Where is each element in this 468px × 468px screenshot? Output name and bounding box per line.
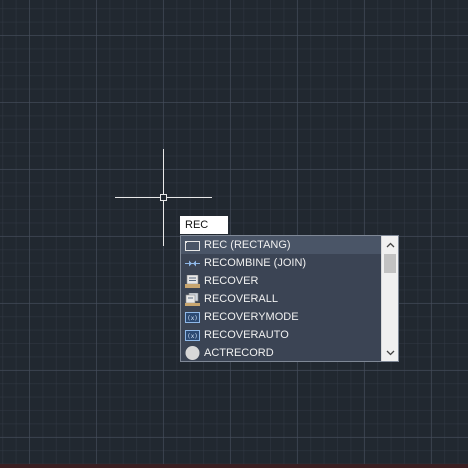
autocomplete-item-label: RECOVERALL bbox=[204, 293, 278, 305]
canvas-bottom-edge bbox=[0, 464, 468, 468]
scroll-up-button[interactable] bbox=[382, 236, 398, 253]
autocomplete-item-recoverymode[interactable]: (x) RECOVERYMODE bbox=[181, 308, 382, 326]
scroll-thumb[interactable] bbox=[384, 254, 396, 273]
svg-text:(x): (x) bbox=[187, 315, 198, 322]
recover-icon bbox=[185, 274, 200, 288]
autocomplete-item-label: RECOVER bbox=[204, 275, 259, 287]
drawing-canvas[interactable] bbox=[0, 0, 468, 468]
record-circle-icon bbox=[185, 346, 200, 360]
join-icon bbox=[185, 257, 200, 269]
system-variable-icon: (x) bbox=[185, 311, 200, 323]
autocomplete-scrollbar[interactable] bbox=[381, 236, 398, 361]
autocomplete-item-label: RECOMBINE (JOIN) bbox=[204, 257, 307, 269]
scroll-down-button[interactable] bbox=[382, 344, 398, 361]
rectangle-icon bbox=[185, 239, 200, 251]
autocomplete-item-actrecord[interactable]: ACTRECORD bbox=[181, 344, 382, 361]
crosshair-pickbox bbox=[160, 194, 167, 201]
system-variable-icon: (x) bbox=[185, 329, 200, 341]
autocomplete-item-recombine[interactable]: RECOMBINE (JOIN) bbox=[181, 254, 382, 272]
autocomplete-item-label: RECOVERAUTO bbox=[204, 329, 289, 341]
svg-text:(x): (x) bbox=[187, 333, 198, 340]
autocomplete-item-recoverauto[interactable]: (x) RECOVERAUTO bbox=[181, 326, 382, 344]
autocomplete-list[interactable]: REC (RECTANG) RECOMBINE (JOIN) RECOVER R… bbox=[180, 235, 399, 362]
autocomplete-item-recover[interactable]: RECOVER bbox=[181, 272, 382, 290]
dynamic-input-field[interactable] bbox=[180, 216, 228, 234]
chevron-up-icon bbox=[386, 242, 394, 247]
autocomplete-item-recoverall[interactable]: RECOVERALL bbox=[181, 290, 382, 308]
autocomplete-item-label: REC (RECTANG) bbox=[204, 239, 291, 251]
recover-all-icon bbox=[185, 292, 200, 306]
autocomplete-item-label: RECOVERYMODE bbox=[204, 311, 299, 323]
autocomplete-item-rec[interactable]: REC (RECTANG) bbox=[181, 236, 382, 254]
autocomplete-item-label: ACTRECORD bbox=[204, 347, 274, 359]
chevron-down-icon bbox=[386, 350, 394, 355]
